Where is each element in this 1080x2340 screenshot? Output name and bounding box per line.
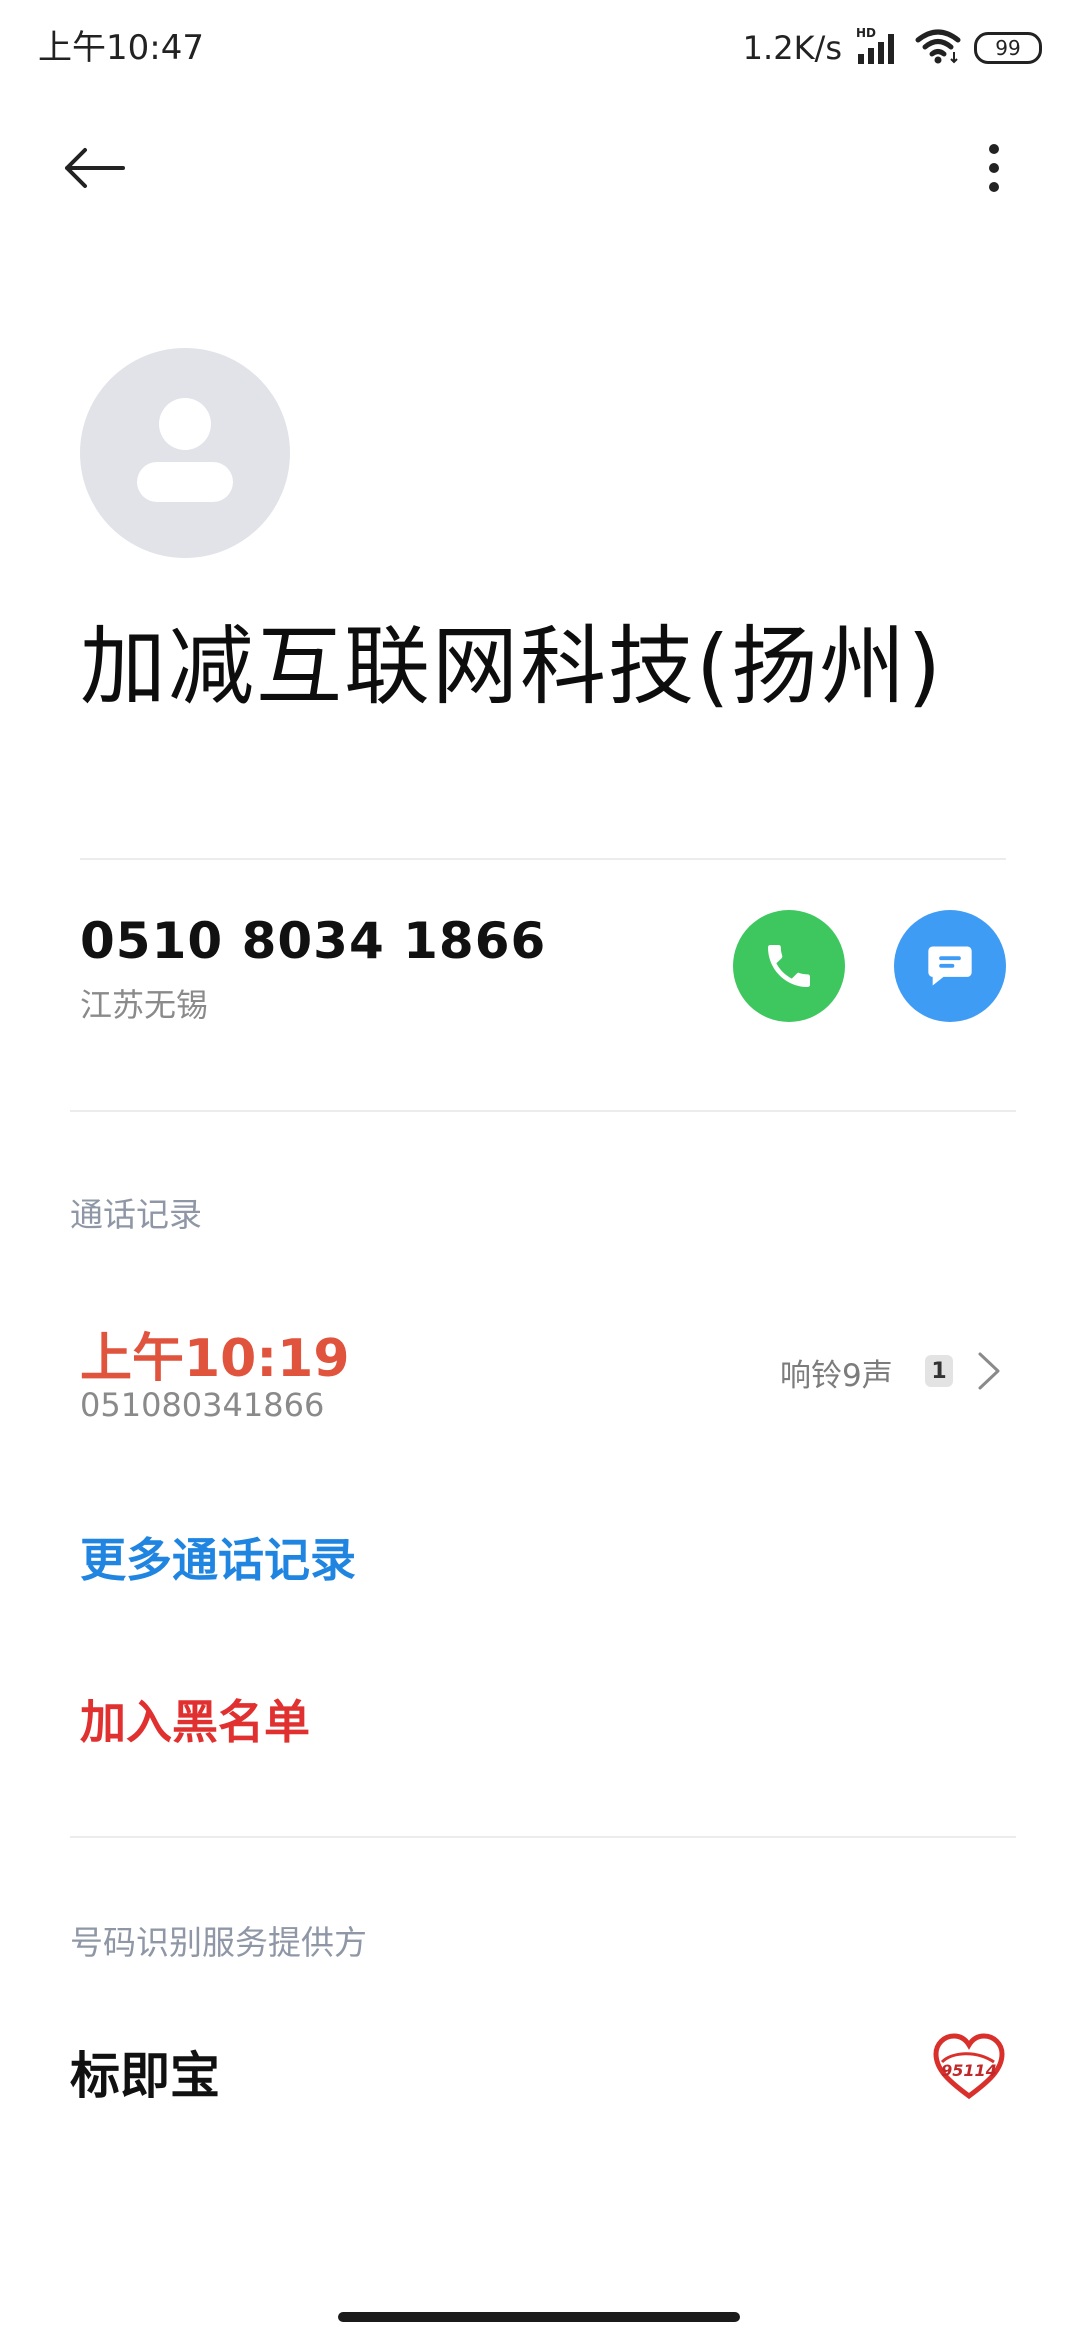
status-indicators: 1.2K/s HD 99 (743, 24, 1042, 72)
call-log-header: 通话记录 (70, 1195, 202, 1234)
contact-avatar (80, 348, 290, 558)
divider (80, 858, 1006, 860)
message-icon (928, 946, 972, 986)
battery-icon: 99 (974, 32, 1042, 64)
wifi-icon (914, 26, 962, 70)
call-time: 上午10:19 (80, 1329, 350, 1389)
more-call-log-link[interactable]: 更多通话记录 (80, 1524, 356, 1590)
call-ring-detail: 响铃9声 (780, 1358, 893, 1394)
more-vertical-icon (989, 144, 999, 192)
contact-name: 加减互联网科技(扬州) (80, 617, 944, 717)
battery-level: 99 (995, 36, 1021, 60)
hd-label: HD (856, 26, 876, 40)
sim-badge: 1 (925, 1355, 953, 1387)
divider (70, 1836, 1016, 1838)
chevron-right-icon (974, 1348, 1004, 1394)
person-icon (137, 398, 233, 502)
arrow-left-icon (65, 148, 125, 188)
add-to-blacklist-button[interactable]: 加入黑名单 (80, 1686, 310, 1752)
provider-name: 标即宝 (70, 2047, 220, 2105)
provider-logo-text: 95114 (941, 2061, 997, 2080)
divider (70, 1110, 1016, 1112)
home-indicator[interactable] (338, 2312, 740, 2322)
call-number: 051080341866 (80, 1386, 325, 1424)
signal-icon: HD (854, 26, 902, 70)
message-button[interactable] (894, 910, 1006, 1022)
more-options-button[interactable] (954, 128, 1034, 208)
status-time: 上午10:47 (38, 28, 204, 68)
call-button[interactable] (733, 910, 845, 1022)
phone-location: 江苏无锡 (80, 986, 209, 1024)
phone-number[interactable]: 0510 8034 1866 (80, 912, 546, 970)
back-button[interactable] (54, 128, 134, 208)
provider-logo-icon: 95114 (932, 2032, 1006, 2102)
network-speed: 1.2K/s (742, 29, 842, 67)
phone-icon (768, 945, 810, 987)
provider-header: 号码识别服务提供方 (70, 1923, 367, 1962)
